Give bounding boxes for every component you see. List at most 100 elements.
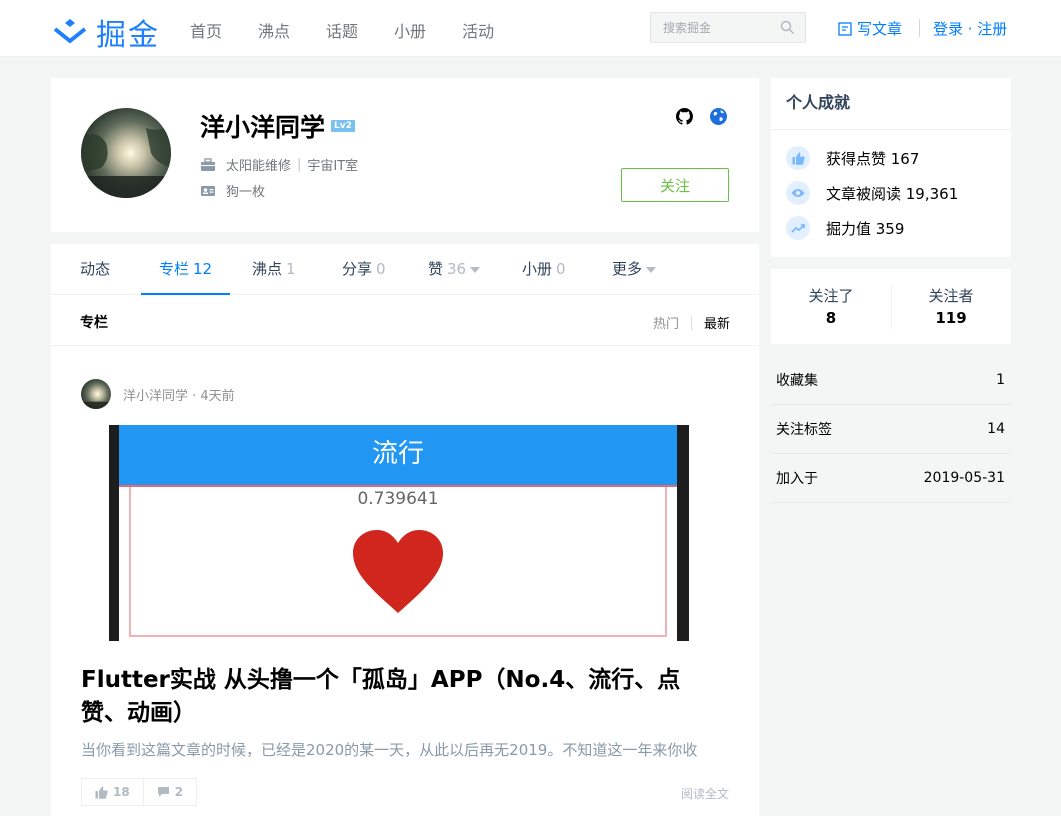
- section-title: 专栏: [80, 315, 108, 331]
- globe-icon[interactable]: [710, 108, 727, 125]
- social-links: [676, 108, 744, 125]
- level-badge: Lv2: [331, 120, 355, 132]
- article-meta: 洋小洋同学 · 4天前: [81, 379, 235, 409]
- profile-stats: 收藏集 1 关注标签 14 加入于 2019-05-31: [771, 356, 1011, 503]
- edit-icon: [838, 21, 852, 36]
- stat-joined: 加入于 2019-05-31: [771, 454, 1011, 503]
- top-navbar: 掘金 首页 沸点 话题 小册 活动 写文章 登录 · 注册: [0, 0, 1061, 57]
- tab-activity[interactable]: 动态: [80, 244, 110, 295]
- comment-button[interactable]: 2: [142, 779, 196, 805]
- briefcase-icon: [201, 157, 215, 171]
- chevron-down-icon: [470, 266, 481, 273]
- tab-count: 0: [556, 260, 566, 278]
- nav-pins[interactable]: 沸点: [258, 18, 290, 42]
- thumbnail-appbar: 流行: [119, 425, 677, 487]
- achievement-text: 获得点赞 167: [826, 149, 920, 168]
- comment-count: 2: [174, 785, 184, 799]
- article-title[interactable]: Flutter实战 从头撸一个「孤岛」APP（No.4、流行、点赞、动画）: [81, 664, 721, 730]
- thumbnail-screen: 流行 0.739641: [119, 425, 677, 641]
- like-button[interactable]: 18: [82, 779, 143, 805]
- article-thumbnail[interactable]: 流行 0.739641: [109, 425, 689, 641]
- juejin-logo[interactable]: 掘金: [52, 10, 160, 54]
- tab-more[interactable]: 更多: [612, 244, 657, 295]
- tab-books[interactable]: 小册 0: [522, 244, 566, 295]
- tab-share[interactable]: 分享 0: [342, 244, 386, 295]
- followers-label: 关注者: [928, 287, 974, 305]
- following-block[interactable]: 关注了 8: [771, 285, 891, 327]
- job-title: 太阳能维修: [226, 159, 292, 174]
- id-card-icon: [201, 185, 215, 196]
- tab-count: 0: [376, 260, 386, 278]
- author-avatar[interactable]: [81, 379, 111, 409]
- company: 宇宙IT室: [307, 159, 359, 174]
- github-icon[interactable]: [676, 108, 693, 125]
- login-register-link[interactable]: 登录 · 注册: [933, 18, 1007, 39]
- followers-count: 119: [935, 309, 967, 327]
- write-article-label: 写文章: [857, 20, 903, 38]
- stat-value: 1: [996, 372, 1005, 388]
- achievement-text: 掘力值 359: [826, 219, 905, 238]
- thumbnail-number: 0.739641: [357, 489, 439, 509]
- follow-button[interactable]: 关注: [621, 168, 729, 202]
- stat-collections[interactable]: 收藏集 1: [771, 356, 1011, 405]
- search-box: [650, 12, 806, 43]
- tab-column[interactable]: 专栏 12: [141, 244, 231, 295]
- follow-stats-card: 关注了 8 关注者 119: [771, 269, 1011, 344]
- avatar[interactable]: [81, 108, 171, 198]
- achievement-likes: 获得点赞 167: [786, 146, 919, 170]
- stat-value: 2019-05-31: [923, 470, 1005, 486]
- heart-icon: [353, 530, 443, 613]
- stat-value: 14: [987, 421, 1005, 437]
- stat-label: 收藏集: [776, 373, 818, 389]
- section-header: 专栏 热门 最新: [51, 295, 759, 346]
- thumbs-up-icon: [95, 786, 108, 799]
- stat-label: 加入于: [776, 471, 818, 487]
- search-icon[interactable]: [780, 20, 795, 39]
- profile-tabs: 动态 专栏 12 沸点 1 分享 0 赞 36 小册 0 更多: [51, 244, 759, 295]
- stat-tags[interactable]: 关注标签 14: [771, 405, 1011, 454]
- profile-card: 洋小洋同学 Lv2 太阳能维修 | 宇宙IT室 狗一枚 关注: [51, 78, 759, 232]
- main-nav: 首页 沸点 话题 小册 活动: [190, 18, 530, 42]
- chevron-down-icon: [646, 266, 657, 273]
- tab-pins[interactable]: 沸点 1: [252, 244, 296, 295]
- content-card: 动态 专栏 12 沸点 1 分享 0 赞 36 小册 0 更多 专栏 热门 最新 洋小洋同…: [51, 244, 759, 816]
- sort-hot[interactable]: 热门: [653, 313, 679, 332]
- tab-label: 分享: [342, 260, 373, 278]
- juejin-logo-icon: [53, 19, 87, 44]
- tab-count: 1: [286, 260, 296, 278]
- job-row: 太阳能维修 | 宇宙IT室: [200, 155, 358, 174]
- sort-options: 热门 最新: [653, 313, 730, 332]
- following-count: 8: [825, 309, 837, 327]
- article-excerpt[interactable]: 当你看到这篇文章的时候，已经是2020的某一天，从此以后再无2019。不知道这一…: [81, 739, 731, 760]
- following-label: 关注了: [808, 287, 854, 305]
- tab-likes[interactable]: 赞 36: [428, 244, 481, 295]
- nav-topics[interactable]: 话题: [326, 18, 358, 42]
- like-count: 18: [113, 785, 130, 799]
- comment-icon: [157, 787, 169, 797]
- nav-books[interactable]: 小册: [394, 18, 426, 42]
- search-input[interactable]: [651, 13, 771, 42]
- achievement-text: 文章被阅读 19,361: [826, 184, 959, 203]
- nav-events[interactable]: 活动: [462, 18, 494, 42]
- name-row: 洋小洋同学 Lv2: [200, 108, 355, 144]
- achievements-card: 个人成就 获得点赞 167 文章被阅读 19,361 掘力值 359: [771, 78, 1011, 257]
- followers-block[interactable]: 关注者 119: [891, 285, 1011, 327]
- sort-divider: [690, 315, 692, 330]
- logo-text: 掘金: [96, 18, 160, 53]
- eye-icon: [786, 181, 810, 205]
- achievement-reads: 文章被阅读 19,361: [786, 181, 958, 205]
- article-actions: 18 2: [81, 778, 198, 806]
- achievements-title: 个人成就: [771, 78, 1011, 130]
- tab-label: 小册: [522, 260, 553, 278]
- job-separator: |: [297, 157, 302, 172]
- write-article-button[interactable]: 写文章: [838, 18, 902, 39]
- tab-label: 沸点: [252, 260, 283, 278]
- sort-new[interactable]: 最新: [704, 313, 730, 332]
- bio: 狗一枚: [226, 185, 266, 200]
- article-author-time[interactable]: 洋小洋同学 · 4天前: [123, 385, 235, 404]
- nav-home[interactable]: 首页: [190, 18, 222, 42]
- tab-label: 动态: [80, 260, 111, 278]
- tab-label: 专栏: [159, 260, 190, 278]
- stat-label: 关注标签: [776, 422, 832, 438]
- read-more-link[interactable]: 阅读全文: [681, 785, 729, 802]
